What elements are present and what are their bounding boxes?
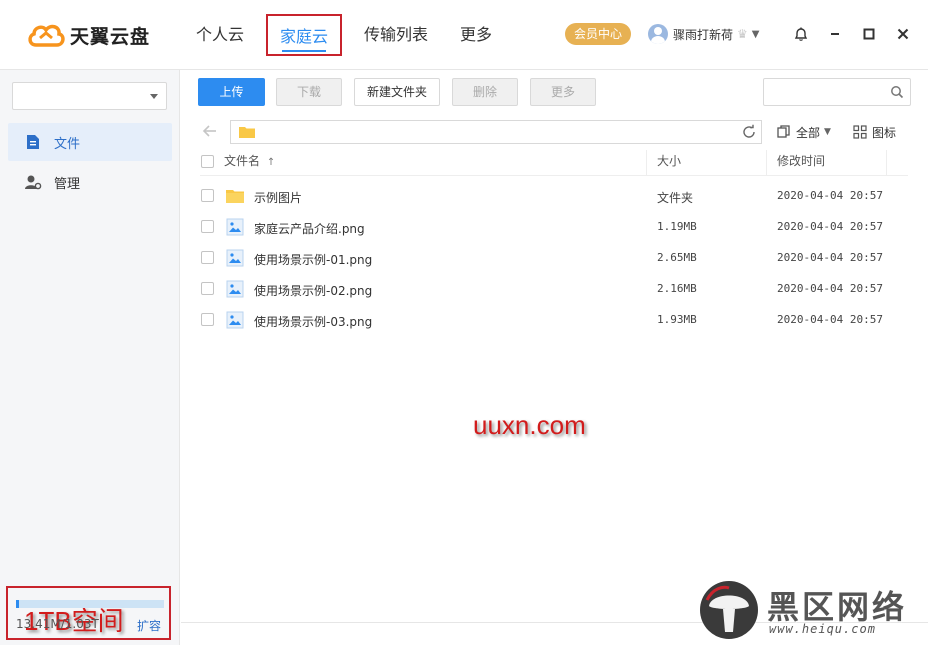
storage-progress-bar xyxy=(16,600,164,608)
new-folder-button[interactable]: 新建文件夹 xyxy=(354,78,440,106)
delete-button[interactable]: 删除 xyxy=(452,78,518,106)
chevron-down-icon xyxy=(150,94,158,99)
image-file-icon xyxy=(226,280,244,298)
sort-arrow-icon: ↑ xyxy=(266,157,276,168)
app-window: 天翼云盘 个人云 家庭云 传输列表 更多 会员中心 骤雨打新荷 ♛ ▼ 文件 管… xyxy=(0,0,928,645)
row-checkbox[interactable] xyxy=(201,313,214,326)
main-nav: 个人云 家庭云 传输列表 更多 xyxy=(186,14,514,56)
storage-panel: 13.41M/1.03T 扩容 xyxy=(6,586,171,640)
search-icon[interactable] xyxy=(890,85,904,99)
search-input[interactable] xyxy=(763,78,911,106)
column-name-label: 文件名 xyxy=(224,154,261,168)
icon-view-label: 图标 xyxy=(872,125,897,140)
file-modified: 2020-04-04 20:57 xyxy=(777,220,883,233)
download-button[interactable]: 下载 xyxy=(276,78,342,106)
column-modified-header[interactable]: 修改时间 xyxy=(777,150,825,176)
row-checkbox[interactable] xyxy=(201,251,214,264)
chevron-down-icon: ▼ xyxy=(824,127,831,137)
nav-personal-cloud[interactable]: 个人云 xyxy=(186,14,254,56)
file-name[interactable]: 家庭云产品介绍.png xyxy=(254,220,365,237)
file-size: 1.93MB xyxy=(657,313,697,326)
table-row[interactable]: 使用场景示例-01.png 2.65MB 2020-04-04 20:57 xyxy=(200,243,908,274)
select-all-checkbox[interactable] xyxy=(201,155,214,168)
maximize-icon[interactable] xyxy=(857,22,881,46)
branding-watermark: 黑区网络 www.heiqu.com xyxy=(695,578,928,645)
sidebar-item-label: 管理 xyxy=(54,176,81,192)
file-modified: 2020-04-04 20:57 xyxy=(777,189,883,202)
table-row[interactable]: 示例图片 文件夹 2020-04-04 20:57 xyxy=(200,181,908,212)
nav-family-cloud[interactable]: 家庭云 xyxy=(266,14,343,56)
file-name[interactable]: 使用场景示例-01.png xyxy=(254,251,372,268)
file-size: 1.19MB xyxy=(657,220,697,233)
column-size-header[interactable]: 大小 xyxy=(657,150,681,176)
family-select[interactable] xyxy=(12,82,167,110)
table-row[interactable]: 使用场景示例-02.png 2.16MB 2020-04-04 20:57 xyxy=(200,274,908,305)
username: 骤雨打新荷 xyxy=(673,27,734,42)
nav-transfer-list[interactable]: 传输列表 xyxy=(354,14,438,56)
manage-icon xyxy=(25,175,42,190)
back-arrow-icon[interactable] xyxy=(201,122,219,140)
table-row[interactable]: 使用场景示例-03.png 1.93MB 2020-04-04 20:57 xyxy=(200,305,908,336)
folder-icon xyxy=(226,190,244,203)
file-name[interactable]: 示例图片 xyxy=(254,189,302,206)
file-name[interactable]: 使用场景示例-03.png xyxy=(254,313,372,330)
copy-icon xyxy=(777,125,790,138)
image-file-icon xyxy=(226,218,244,236)
file-icon xyxy=(27,135,39,149)
cloud-logo-icon xyxy=(28,24,65,47)
file-modified: 2020-04-04 20:57 xyxy=(777,282,883,295)
sidebar-item-label: 文件 xyxy=(54,136,81,152)
file-modified: 2020-04-04 20:57 xyxy=(777,251,883,264)
main-panel: 上传 下载 新建文件夹 删除 更多 全部 ▼ 图标 文件名 ↑ 大小 修改时间 … xyxy=(181,70,928,645)
table-header: 文件名 ↑ 大小 修改时间 xyxy=(200,150,908,176)
path-bar[interactable] xyxy=(230,120,762,144)
file-modified: 2020-04-04 20:57 xyxy=(777,313,883,326)
file-size: 2.16MB xyxy=(657,282,697,295)
expand-storage-link[interactable]: 扩容 xyxy=(137,617,161,634)
branding-url: www.heiqu.com xyxy=(769,622,876,636)
bell-icon[interactable] xyxy=(789,22,813,46)
storage-usage-text: 13.41M/1.03T xyxy=(16,617,99,631)
filter-dropdown[interactable]: 全部 ▼ xyxy=(777,122,831,142)
minimize-icon[interactable] xyxy=(823,22,847,46)
top-bar: 天翼云盘 个人云 家庭云 传输列表 更多 会员中心 骤雨打新荷 ♛ ▼ xyxy=(0,0,928,70)
brand-logo: 天翼云盘 xyxy=(26,20,150,50)
vip-center-button[interactable]: 会员中心 xyxy=(565,23,631,45)
column-divider xyxy=(646,150,647,176)
sidebar: 文件 管理 1TB空间 13.41M/1.03T 扩容 xyxy=(0,70,180,645)
column-divider xyxy=(766,150,767,176)
storage-progress-fill xyxy=(16,600,19,608)
active-tab-underline xyxy=(282,50,327,52)
refresh-icon[interactable] xyxy=(741,124,757,140)
row-checkbox[interactable] xyxy=(201,189,214,202)
sidebar-item-files[interactable]: 文件 xyxy=(8,123,172,161)
avatar xyxy=(648,24,668,44)
filter-label: 全部 xyxy=(796,125,821,140)
folder-icon xyxy=(239,127,255,138)
column-name-header[interactable]: 文件名 ↑ xyxy=(224,150,275,176)
site-watermark: uuxn.com xyxy=(473,410,586,440)
table-row[interactable]: 家庭云产品介绍.png 1.19MB 2020-04-04 20:57 xyxy=(200,212,908,243)
column-divider xyxy=(886,150,887,176)
brand-name: 天翼云盘 xyxy=(70,25,151,48)
close-icon[interactable] xyxy=(891,22,915,46)
file-name[interactable]: 使用场景示例-02.png xyxy=(254,282,372,299)
image-file-icon xyxy=(226,249,244,267)
upload-button[interactable]: 上传 xyxy=(198,78,265,106)
file-size: 文件夹 xyxy=(657,191,694,205)
row-checkbox[interactable] xyxy=(201,220,214,233)
icon-view-toggle[interactable]: 图标 xyxy=(853,122,896,142)
crown-icon: ♛ xyxy=(737,27,748,41)
chevron-down-icon: ▼ xyxy=(751,28,760,40)
sidebar-item-manage[interactable]: 管理 xyxy=(8,163,172,201)
image-file-icon xyxy=(226,311,244,329)
grid-icon xyxy=(853,125,867,139)
row-checkbox[interactable] xyxy=(201,282,214,295)
file-size: 2.65MB xyxy=(657,251,697,264)
more-button[interactable]: 更多 xyxy=(530,78,596,106)
mushroom-logo-icon xyxy=(700,581,758,639)
nav-more[interactable]: 更多 xyxy=(450,14,502,56)
user-menu[interactable]: 骤雨打新荷 ♛ ▼ xyxy=(648,23,759,45)
nav-family-cloud-label: 家庭云 xyxy=(280,27,329,46)
